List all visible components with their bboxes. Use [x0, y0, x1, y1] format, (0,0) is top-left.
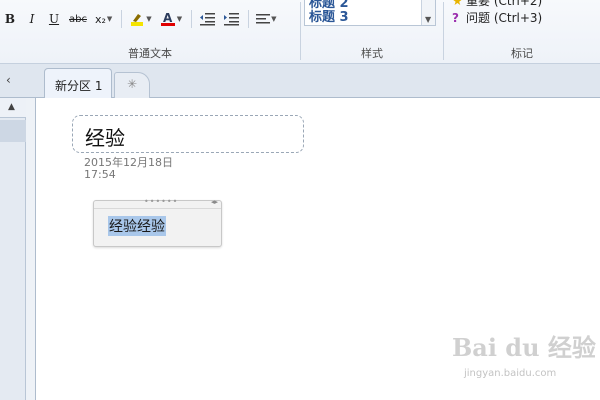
svg-text:A: A	[163, 11, 173, 25]
grip-dots-icon: ••••••	[144, 197, 179, 206]
increase-indent-icon	[224, 13, 240, 26]
new-section-tab[interactable]: ✳	[114, 72, 150, 98]
note-container[interactable]: •••••• ◂▸ 经验经验	[93, 197, 222, 247]
ribbon: B I U abc x₂ ▼ ▼ A ▼ ▼ 普通文本 样式 标题 2 标题 3…	[0, 0, 600, 64]
tag-label: 问题 (Ctrl+3)	[466, 11, 543, 25]
chevron-down-icon: ▼	[271, 15, 277, 23]
note-text[interactable]: 经验经验	[108, 216, 166, 236]
group-label-basic-text: 普通文本	[128, 47, 172, 60]
tag-item-important[interactable]: ★ 重要 (Ctrl+2)	[452, 0, 542, 9]
page-frame	[26, 98, 36, 400]
increase-indent-button[interactable]	[220, 9, 242, 29]
tab-label: 新分区 1	[55, 79, 103, 93]
align-button[interactable]: ▼	[253, 9, 279, 29]
page-title-box[interactable]: 经验	[72, 115, 304, 153]
chevron-down-icon: ▼	[176, 15, 183, 23]
collapse-navigation-icon[interactable]: ‹	[6, 73, 18, 87]
styles-scroll[interactable]: ▼	[421, 0, 435, 25]
strikethrough-button[interactable]: abc	[66, 9, 90, 29]
page-title[interactable]: 经验	[85, 122, 125, 151]
resize-arrows-icon[interactable]: ◂▸	[211, 198, 218, 206]
font-color-button[interactable]: A ▼	[157, 9, 185, 29]
question-icon: ?	[452, 11, 459, 25]
divider	[191, 10, 193, 28]
note-drag-handle[interactable]: •••••• ◂▸	[94, 197, 221, 209]
chevron-up-icon: ▲	[8, 102, 15, 112]
decrease-indent-icon	[200, 13, 216, 26]
section-tab-bar: ‹ 新分区 1 ✳	[0, 64, 600, 98]
group-label-styles: 样式	[361, 47, 383, 60]
divider	[121, 10, 123, 28]
style-item-heading3[interactable]: 标题 3	[309, 6, 349, 25]
tag-label: 重要 (Ctrl+2)	[466, 0, 543, 8]
watermark: Bai du 经验 jingyan.baidu.com	[452, 328, 596, 388]
divider	[248, 10, 250, 28]
font-color-icon: A	[160, 11, 175, 26]
tab-section-1[interactable]: 新分区 1	[44, 68, 112, 98]
format-toolbar: B I U abc x₂ ▼ ▼ A ▼ ▼	[0, 8, 281, 30]
styles-gallery[interactable]: 标题 2 标题 3 ▼	[304, 0, 436, 26]
align-left-icon	[256, 14, 271, 24]
star-icon: ★	[452, 0, 463, 8]
basic-text-group: B I U abc x₂ ▼ ▼ A ▼ ▼ 普通文本	[0, 0, 300, 64]
tags-gallery[interactable]: ★ 重要 (Ctrl+2) ? 问题 (Ctrl+3)	[448, 0, 600, 30]
highlight-color-button[interactable]: ▼	[126, 9, 154, 29]
new-section-icon: ✳	[127, 77, 138, 91]
expand-gallery-icon[interactable]: ▼	[425, 15, 431, 24]
subscript-label: x₂	[94, 12, 106, 26]
gutter-scroll-up[interactable]: ▲	[0, 98, 26, 118]
chevron-down-icon: ▼	[146, 15, 152, 23]
chevron-down-icon: ▼	[106, 15, 113, 23]
left-gutter: ▲	[0, 98, 26, 400]
italic-button[interactable]: I	[22, 9, 42, 29]
baidu-logo: Bai du 经验	[452, 333, 596, 362]
decrease-indent-button[interactable]	[196, 9, 218, 29]
watermark-url: jingyan.baidu.com	[464, 368, 557, 379]
underline-button[interactable]: U	[44, 9, 64, 29]
page-tab-strip[interactable]	[0, 120, 26, 142]
highlighter-icon	[131, 14, 144, 26]
bold-button[interactable]: B	[0, 9, 20, 29]
subscript-button[interactable]: x₂ ▼	[92, 9, 115, 29]
group-label-tags: 标记	[511, 47, 533, 60]
tag-item-question[interactable]: ? 问题 (Ctrl+3)	[452, 9, 542, 26]
page-time: 17:54	[84, 168, 116, 181]
